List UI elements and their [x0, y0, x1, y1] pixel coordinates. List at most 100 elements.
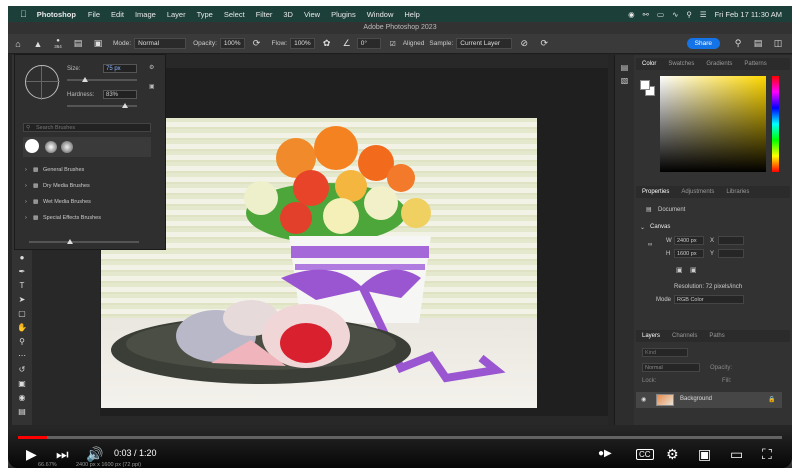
play-icon[interactable]: ▶ [26, 446, 37, 463]
blend-mode-select[interactable]: Normal [642, 363, 700, 372]
video-progress-bar[interactable] [18, 436, 782, 439]
pressure-size-icon[interactable]: ⟳ [538, 38, 550, 50]
wifi-icon[interactable]: ∿ [672, 10, 678, 19]
theater-mode-icon[interactable]: ▭ [730, 446, 743, 463]
apple-icon[interactable]:  [20, 9, 27, 19]
hue-slider[interactable] [772, 76, 779, 172]
volume-icon[interactable]: 🔊 [86, 446, 103, 463]
search-icon[interactable]: ⚲ [686, 10, 692, 19]
color-picker-field[interactable] [660, 76, 766, 172]
tab-channels[interactable]: Channels [672, 333, 697, 339]
more-tools-icon[interactable]: ⋯ [12, 349, 32, 363]
zoom-tool-icon[interactable]: ⚲ [12, 335, 32, 349]
settings-gear-icon[interactable]: ⚙ [666, 446, 679, 463]
height-field[interactable]: 1600 px [674, 249, 704, 258]
preview-size-slider[interactable] [29, 241, 139, 243]
brush-angle-roundness-preview[interactable] [25, 65, 60, 100]
hand-tool-icon[interactable]: ✋ [12, 321, 32, 335]
comments-icon[interactable]: ▧ [615, 76, 634, 85]
tab-paths[interactable]: Paths [709, 333, 724, 339]
menu-edit[interactable]: Edit [111, 10, 124, 19]
menu-plugins[interactable]: Plugins [331, 10, 356, 19]
creative-cloud-icon[interactable]: ⚯ [643, 10, 649, 19]
record-icon[interactable]: ◉ [628, 10, 635, 19]
tab-properties[interactable]: Properties [642, 189, 669, 195]
menu-layer[interactable]: Layer [167, 10, 186, 19]
eye-icon[interactable]: ◉ [641, 396, 646, 403]
recent-brush-soft-1[interactable] [45, 141, 57, 153]
angle-field[interactable]: 0° [356, 38, 381, 49]
link-icon[interactable]: ∞ [648, 242, 652, 248]
captions-button[interactable]: CC [636, 449, 654, 460]
size-slider-handle[interactable] [81, 77, 88, 82]
pen-tool-icon[interactable]: ✒ [12, 265, 32, 279]
width-field[interactable]: 2400 px [674, 236, 704, 245]
flow-field[interactable]: 100% [290, 38, 315, 49]
menu-type[interactable]: Type [197, 10, 213, 19]
brush-preset-icon[interactable]: ● 364 [52, 38, 64, 50]
y-field[interactable] [718, 249, 744, 258]
menu-filter[interactable]: Filter [256, 10, 273, 19]
menu-3d[interactable]: 3D [283, 10, 293, 19]
menu-window[interactable]: Window [367, 10, 394, 19]
preview-size-handle[interactable] [67, 239, 73, 244]
opacity-field[interactable]: 100% [219, 38, 245, 49]
mode-select[interactable]: Normal [134, 38, 187, 49]
recent-brush-hard-round[interactable] [25, 139, 39, 153]
fullscreen-icon[interactable]: ⛶ [762, 446, 772, 463]
folder-dry-media-brushes[interactable]: › ▩ Dry Media Brushes [23, 179, 143, 193]
lock-icon[interactable]: 🔒 [768, 396, 775, 403]
sample-select[interactable]: Current Layer [456, 38, 513, 49]
size-slider[interactable] [67, 79, 137, 81]
menu-image[interactable]: Image [135, 10, 156, 19]
tab-adjustments[interactable]: Adjustments [681, 189, 714, 195]
landscape-orientation-icon[interactable]: ▣ [690, 266, 697, 274]
tab-libraries[interactable]: Libraries [726, 189, 749, 195]
foreground-color-swatch[interactable] [640, 80, 650, 90]
menu-app-name[interactable]: Photoshop [37, 10, 76, 19]
autoplay-toggle[interactable]: ●▶ [598, 448, 612, 459]
workspace-icon[interactable]: ▤ [752, 38, 764, 50]
home-icon[interactable]: ⌂ [12, 38, 24, 50]
settings-gear-icon[interactable]: ⚙ [149, 64, 154, 71]
document-canvas[interactable] [101, 118, 537, 408]
search-brushes-input[interactable]: ⚲ Search Brushes [23, 123, 151, 132]
history-icon[interactable]: ▤ [615, 63, 634, 72]
hardness-field[interactable]: 83% [103, 90, 137, 99]
swap-colors-icon[interactable]: ↺ [12, 363, 32, 377]
airbrush-icon[interactable]: ✿ [321, 38, 333, 50]
pressure-opacity-icon[interactable]: ⟳ [251, 38, 263, 50]
share-button[interactable]: Share [686, 38, 720, 49]
menu-select[interactable]: Select [224, 10, 245, 19]
layer-filter-select[interactable]: Kind [642, 348, 688, 357]
recent-brush-soft-2[interactable] [61, 141, 73, 153]
quick-mask-icon[interactable]: ◉ [12, 391, 32, 405]
clone-source-icon[interactable]: ▣ [92, 38, 104, 50]
control-center-icon[interactable]: ☰ [700, 10, 707, 19]
size-field[interactable]: 75 px [103, 64, 137, 73]
clock[interactable]: Fri Feb 17 11:30 AM [715, 10, 782, 19]
x-field[interactable] [718, 236, 744, 245]
clone-stamp-icon[interactable]: ▲ [32, 38, 44, 50]
screen-mode-icon[interactable]: ▤ [12, 405, 32, 419]
new-preset-icon[interactable]: ▣ [149, 83, 155, 90]
ignore-adjustment-icon[interactable]: ⊘ [518, 38, 530, 50]
menu-view[interactable]: View [304, 10, 320, 19]
hardness-slider-handle[interactable] [122, 103, 129, 108]
type-tool-icon[interactable]: T [12, 279, 32, 293]
folder-wet-media-brushes[interactable]: › ▩ Wet Media Brushes [23, 195, 143, 209]
chevron-down-icon[interactable]: ⌄ [640, 224, 645, 231]
battery-icon[interactable]: ▭ [657, 10, 664, 19]
next-video-icon[interactable]: ⏭ [56, 446, 69, 463]
menu-help[interactable]: Help [404, 10, 419, 19]
tab-gradients[interactable]: Gradients [706, 61, 732, 67]
dodge-tool-icon[interactable]: ● [12, 251, 32, 265]
layer-row-background[interactable]: ◉ Background 🔒 [636, 392, 782, 408]
tab-swatches[interactable]: Swatches [668, 61, 694, 67]
tab-color[interactable]: Color [642, 61, 656, 67]
tab-layers[interactable]: Layers [642, 333, 660, 339]
toggle-brush-settings-icon[interactable]: ▤ [72, 38, 84, 50]
menu-file[interactable]: File [88, 10, 100, 19]
tab-patterns[interactable]: Patterns [744, 61, 766, 67]
rectangle-tool-icon[interactable]: ▢ [12, 307, 32, 321]
